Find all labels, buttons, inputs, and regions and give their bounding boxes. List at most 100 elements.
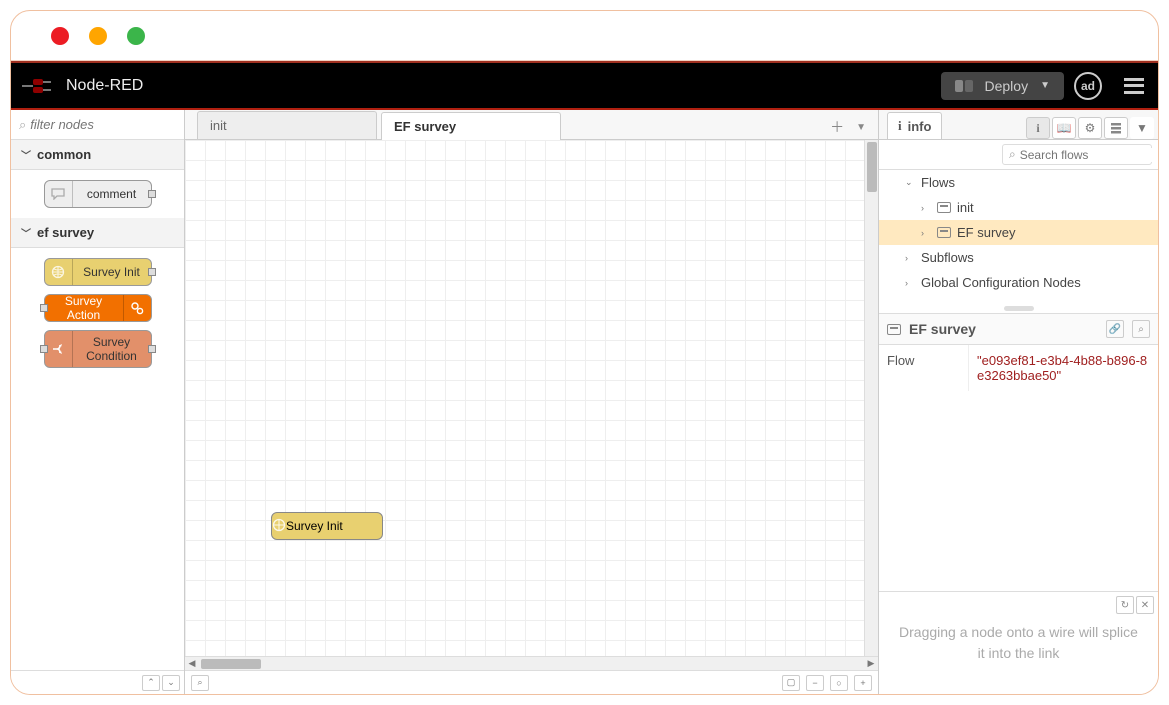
sidebar-config-button[interactable]: ⚙	[1078, 117, 1102, 139]
scroll-right-button[interactable]: ▶	[864, 658, 878, 669]
maximize-window-button[interactable]	[127, 27, 145, 45]
horizontal-scrollbar[interactable]: ◀ ▶	[185, 656, 878, 670]
sidebar-icons: i 📖 ⚙ ▼	[1026, 117, 1158, 139]
output-port[interactable]	[148, 268, 156, 276]
chevron-down-icon: ﹀	[21, 147, 31, 162]
tab-menu-button[interactable]: ▼	[852, 120, 870, 135]
titlebar	[11, 11, 1158, 61]
ad-badge[interactable]: ad	[1074, 72, 1102, 100]
globe-icon	[45, 259, 73, 285]
palette-node-comment[interactable]: comment	[44, 180, 152, 208]
scrollbar-thumb[interactable]	[867, 142, 877, 192]
add-tab-button[interactable]: ＋	[826, 115, 848, 139]
output-port[interactable]	[148, 345, 156, 353]
tabs-actions: ＋ ▼	[826, 115, 878, 139]
node-label: Survey Init	[286, 519, 343, 533]
tab-ef-survey[interactable]: EF survey	[381, 112, 561, 140]
canvas-node-survey-init[interactable]: Survey Init	[271, 512, 383, 540]
sidebar-tab-info[interactable]: i info	[887, 112, 942, 139]
workspace-footer: ⌕ ▢ − ○ +	[185, 670, 878, 694]
sidebar-search-input[interactable]	[1020, 148, 1159, 162]
tree-flows[interactable]: ⌄ Flows	[879, 170, 1158, 195]
flow-icon	[937, 227, 951, 238]
navigator-button[interactable]: ▢	[782, 675, 800, 691]
zoom-in-button[interactable]: +	[854, 675, 872, 691]
close-tips-button[interactable]: ✕	[1136, 596, 1154, 614]
sidebar-help-button[interactable]: 📖	[1052, 117, 1076, 139]
palette-filter-input[interactable]	[30, 117, 176, 132]
flow-canvas[interactable]: Survey Init	[185, 140, 878, 656]
palette-filter: ⌕	[11, 110, 184, 140]
refresh-tip-button[interactable]: ↻	[1116, 596, 1134, 614]
scrollbar-track[interactable]	[199, 657, 864, 670]
tips-panel: ↻ ✕ Dragging a node onto a wire will spl…	[879, 591, 1158, 694]
scrollbar-thumb[interactable]	[201, 659, 261, 669]
output-port[interactable]	[148, 190, 156, 198]
sidebar-search: ⌕ ▼	[879, 140, 1158, 170]
tab-init[interactable]: init	[197, 111, 377, 139]
search-icon: ⌕	[1009, 147, 1016, 162]
minimize-window-button[interactable]	[89, 27, 107, 45]
branch-icon	[45, 331, 73, 367]
sidebar-tabs: i info i 📖 ⚙ ▼	[879, 110, 1158, 140]
detail-header: EF survey 🔗 ⌕	[879, 313, 1158, 345]
category-common-header[interactable]: ﹀ common	[11, 140, 184, 170]
category-ef-survey-body: Survey Init Survey Action Survey Conditi…	[11, 248, 184, 378]
detail-table: Flow "e093ef81-e3b4-4b88-b896-8e3263bbae…	[879, 345, 1158, 391]
cogs-icon	[123, 295, 151, 321]
node-label: Survey Condition	[73, 335, 151, 364]
tree-global-config[interactable]: › Global Configuration Nodes	[879, 270, 1158, 295]
vertical-scrollbar[interactable]	[864, 140, 878, 656]
input-port[interactable]	[40, 304, 48, 312]
zoom-out-button[interactable]: −	[806, 675, 824, 691]
expand-all-button[interactable]: ⌄	[162, 675, 180, 691]
chevron-right-icon: ›	[905, 253, 915, 263]
input-port[interactable]	[40, 345, 48, 353]
flows-tree: ⌄ Flows › init › EF survey › Subflows	[879, 170, 1158, 295]
collapse-all-button[interactable]: ⌃	[142, 675, 160, 691]
chevron-down-icon: ﹀	[21, 225, 31, 240]
sidebar-search-box[interactable]: ⌕ ▼	[1002, 144, 1152, 165]
flow-tabs: init EF survey ＋ ▼	[185, 110, 878, 140]
scroll-left-button[interactable]: ◀	[185, 658, 199, 669]
node-label: Survey Init	[73, 265, 151, 279]
category-label: ef survey	[37, 225, 94, 240]
palette-node-survey-condition[interactable]: Survey Condition	[44, 330, 152, 368]
info-icon: i	[898, 118, 902, 134]
node-label: comment	[73, 187, 151, 201]
search-icon: ⌕	[19, 117, 26, 133]
hamburger-menu-button[interactable]	[1124, 78, 1144, 94]
zoom-reset-button[interactable]: ○	[830, 675, 848, 691]
category-label: common	[37, 147, 91, 162]
palette-node-survey-action[interactable]: Survey Action	[44, 294, 152, 322]
chevron-down-icon: ⌄	[905, 177, 915, 188]
main-layout: ⌕ ﹀ common comment ﹀ ef survey	[11, 108, 1158, 694]
comment-icon	[45, 181, 73, 207]
palette-node-survey-init[interactable]: Survey Init	[44, 258, 152, 286]
link-icon[interactable]: 🔗	[1106, 320, 1124, 338]
detail-key: Flow	[879, 345, 969, 391]
tree-flow-ef-survey[interactable]: › EF survey	[879, 220, 1158, 245]
tree-subflows[interactable]: › Subflows	[879, 245, 1158, 270]
sidebar-menu-button[interactable]: ▼	[1130, 117, 1154, 139]
workspace: init EF survey ＋ ▼ Survey Init	[185, 110, 878, 694]
globe-icon	[272, 518, 286, 535]
flow-icon	[937, 202, 951, 213]
sidebar-context-button[interactable]	[1104, 117, 1128, 139]
palette: ⌕ ﹀ common comment ﹀ ef survey	[11, 110, 185, 694]
deploy-button[interactable]: Deploy ▼	[941, 72, 1065, 100]
deploy-icon	[955, 80, 973, 92]
search-icon[interactable]: ⌕	[1132, 320, 1150, 338]
chevron-right-icon: ›	[905, 278, 915, 288]
node-red-logo-icon	[21, 77, 56, 95]
footer-search-button[interactable]: ⌕	[191, 675, 209, 691]
close-window-button[interactable]	[51, 27, 69, 45]
category-common-body: comment	[11, 170, 184, 218]
tree-flow-init[interactable]: › init	[879, 195, 1158, 220]
category-ef-survey-header[interactable]: ﹀ ef survey	[11, 218, 184, 248]
detail-value: "e093ef81-e3b4-4b88-b896-8e3263bbae50"	[969, 345, 1158, 391]
app-header: Node-RED Deploy ▼ ad	[11, 61, 1158, 108]
sidebar-info-button[interactable]: i	[1026, 117, 1050, 139]
chevron-down-icon: ▼	[1040, 80, 1050, 91]
node-label: Survey Action	[45, 294, 123, 323]
